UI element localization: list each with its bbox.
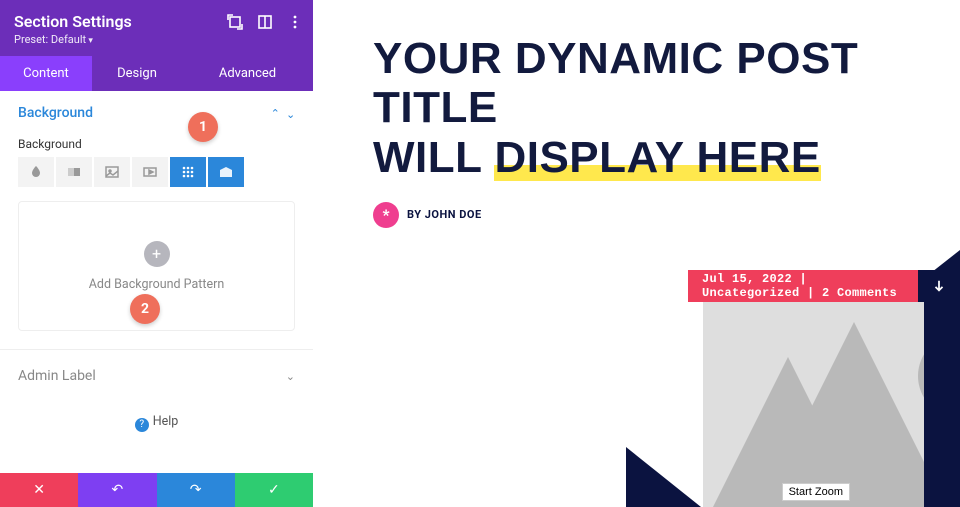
plus-icon: + xyxy=(144,241,170,267)
bg-type-mask[interactable] xyxy=(208,157,244,187)
more-icon[interactable] xyxy=(287,14,303,30)
bg-type-image[interactable] xyxy=(94,157,130,187)
admin-label-title: Admin Label xyxy=(18,368,96,384)
post-title-line1: YOUR DYNAMIC POST TITLE xyxy=(373,34,960,133)
background-type-row xyxy=(18,157,295,187)
chevron-down-icon: ⌄ xyxy=(286,370,295,383)
image-placeholder xyxy=(703,302,924,507)
panel-body: Background ⌃⌃ Background + Add Backgroun… xyxy=(0,91,313,473)
post-title: YOUR DYNAMIC POST TITLE WILL DISPLAY HER… xyxy=(373,34,960,182)
author-text: BY JOHN DOE xyxy=(407,208,482,221)
tab-content[interactable]: Content xyxy=(0,56,92,91)
bg-type-color[interactable] xyxy=(18,157,54,187)
annotation-2: 2 xyxy=(130,294,160,324)
post-meta: Jul 15, 2022 | Uncategorized | 2 Comment… xyxy=(688,270,918,302)
admin-label-section[interactable]: Admin Label ⌄ xyxy=(0,350,313,402)
preview-area: YOUR DYNAMIC POST TITLE WILL DISPLAY HER… xyxy=(313,0,960,507)
add-pattern-label: Add Background Pattern xyxy=(89,277,224,292)
author-row: * BY JOHN DOE xyxy=(373,202,960,228)
post-title-line2b: DISPLAY HERE xyxy=(494,133,820,182)
tab-advanced[interactable]: Advanced xyxy=(182,56,313,91)
save-button[interactable]: ✓ xyxy=(235,473,313,507)
close-button[interactable]: ✕ xyxy=(0,473,78,507)
bg-type-pattern[interactable] xyxy=(170,157,206,187)
help-label: Help xyxy=(153,414,179,429)
redo-button[interactable]: ↷ xyxy=(157,473,235,507)
panel-header: Section Settings Preset: Default xyxy=(0,0,313,56)
author-badge-icon: * xyxy=(373,202,399,228)
panel-tabs: Content Design Advanced xyxy=(0,56,313,91)
preset-selector[interactable]: Preset: Default xyxy=(14,33,299,46)
decor-side xyxy=(924,302,960,507)
annotation-1: 1 xyxy=(188,112,218,142)
section-collapse-icon: ⌃⌃ xyxy=(271,107,295,120)
scroll-down-button[interactable] xyxy=(918,270,960,302)
help-row[interactable]: ? Help xyxy=(0,402,313,448)
post-title-line2a: WILL xyxy=(373,133,494,182)
background-heading: Background xyxy=(18,105,93,121)
background-label: Background xyxy=(18,137,295,151)
help-icon: ? xyxy=(135,418,149,432)
settings-panel: Section Settings Preset: Default Content… xyxy=(0,0,313,507)
panel-header-actions xyxy=(227,14,303,30)
expand-icon[interactable] xyxy=(227,14,243,30)
layout-icon[interactable] xyxy=(257,14,273,30)
tab-design[interactable]: Design xyxy=(92,56,182,91)
placeholder-sun xyxy=(918,334,924,418)
panel-footer: ✕ ↶ ↷ ✓ xyxy=(0,473,313,507)
decor-triangle-left xyxy=(626,447,701,507)
bg-type-video[interactable] xyxy=(132,157,168,187)
meta-bar: Jul 15, 2022 | Uncategorized | 2 Comment… xyxy=(688,270,960,302)
undo-button[interactable]: ↶ xyxy=(78,473,156,507)
background-toggle[interactable]: Background ⌃⌃ xyxy=(18,105,295,129)
bg-type-gradient[interactable] xyxy=(56,157,92,187)
background-section: Background ⌃⌃ Background + Add Backgroun… xyxy=(0,91,313,331)
start-zoom-tooltip: Start Zoom xyxy=(782,483,850,501)
